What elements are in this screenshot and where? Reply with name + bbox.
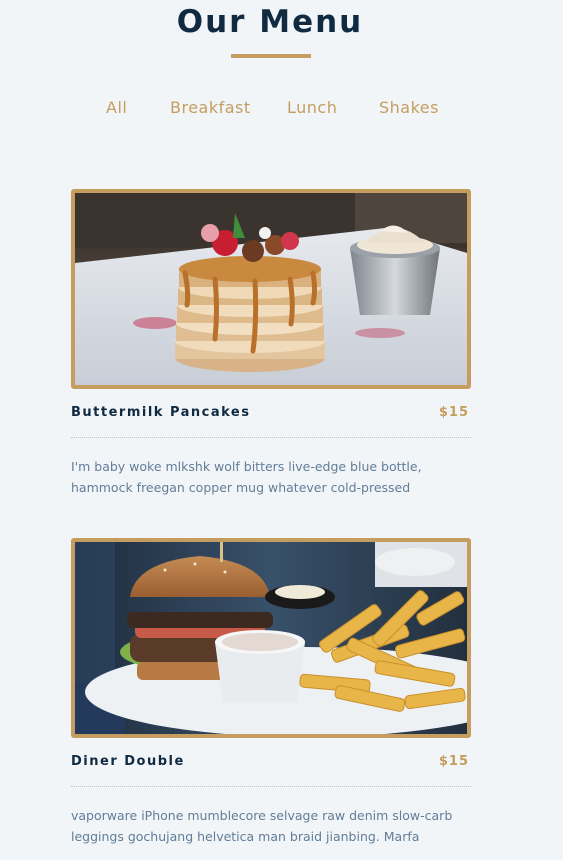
filter-shakes-button[interactable]: Shakes xyxy=(379,96,439,120)
page-title: Our Menu xyxy=(176,4,364,40)
pancakes-photo xyxy=(71,189,471,389)
item-name: Buttermilk Pancakes xyxy=(71,405,251,420)
item-name: Diner Double xyxy=(71,754,185,769)
item-description: vaporware iPhone mumblecore selvage raw … xyxy=(71,808,453,844)
burger-photo xyxy=(71,538,471,738)
menu-item-pancakes: Buttermilk Pancakes $15 I'm baby woke ml… xyxy=(71,189,471,511)
item-price: $15 xyxy=(438,405,469,420)
item-description: I'm baby woke mlkshk wolf bitters live-e… xyxy=(71,459,422,495)
item-header: Buttermilk Pancakes $15 xyxy=(71,401,471,438)
filter-all-button[interactable]: All xyxy=(106,96,127,120)
item-price: $15 xyxy=(438,754,469,769)
pancakes-image xyxy=(75,193,467,385)
filter-lunch-button[interactable]: Lunch xyxy=(287,96,337,120)
item-header: Diner Double $15 xyxy=(71,750,471,787)
filter-breakfast-button[interactable]: Breakfast xyxy=(170,96,251,120)
title-underline xyxy=(231,54,311,58)
menu-item-diner-double: Diner Double $15 vaporware iPhone mumble… xyxy=(71,538,471,860)
burger-image xyxy=(75,542,467,734)
filter-bar: All Breakfast Lunch Shakes xyxy=(0,96,563,120)
